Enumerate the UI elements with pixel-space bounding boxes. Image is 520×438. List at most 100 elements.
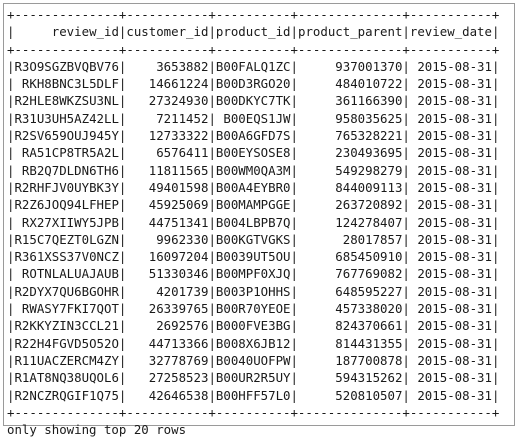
table-cell-product-id: B00KGTVGKS [215, 231, 291, 247]
table-cell-review-id: R3O9SGZBVQBV76 [14, 58, 119, 74]
table-cell-product-parent: 594315262 [297, 370, 403, 386]
table-row: | ROTNLALUAJAUB| 51330346|B00MPF0XJQ| 76… [7, 266, 500, 282]
table-cell-product-parent: 124278407 [297, 214, 403, 230]
table-cell-customer-id: 26339765 [126, 301, 209, 317]
table-cell-review-date: 2015-08-31 [409, 249, 492, 265]
table-cell-customer-id: 14661224 [126, 76, 209, 92]
dataframe-show-output: +--------------+-----------+----------+-… [7, 6, 499, 438]
table-cell-customer-id: 51330346 [126, 266, 209, 282]
table-cell-review-id: R1AT8NQ38UQOL6 [14, 370, 119, 386]
table-cell-product-id: B00FALQ1ZC [215, 58, 291, 74]
table-cell-review-date: 2015-08-31 [409, 266, 492, 282]
table-row: |R3O9SGZBVQBV76| 3653882|B00FALQ1ZC| 937… [7, 58, 500, 74]
table-cell-review-id: R2KKYZIN3CCL21 [14, 318, 119, 334]
table-cell-review-date: 2015-08-31 [409, 145, 492, 161]
table-cell-review-id: RX27XIIWY5JPB [14, 214, 119, 230]
table-row: | RB2Q7DLDN6TH6| 11811565|B00WM0QA3M| 54… [7, 162, 500, 178]
table-cell-review-id: R2SV659OUJ945Y [14, 128, 119, 144]
table-cell-customer-id: 2692576 [126, 318, 209, 334]
table-cell-review-id: R31U3UH5AZ42LL [14, 110, 119, 126]
table-cell-product-id: B00WM0QA3M [215, 162, 291, 178]
table-cell-customer-id: 44751341 [126, 214, 209, 230]
table-cell-review-date: 2015-08-31 [409, 231, 492, 247]
table-row: |R2SV659OUJ945Y| 12733322|B00A6GFD7S| 76… [7, 128, 500, 144]
table-cell-review-id: R2RHFJV0UYBK3Y [14, 179, 119, 195]
table-cell-customer-id: 45925069 [126, 197, 209, 213]
column-header-customer-id: customer_id [126, 24, 209, 40]
table-cell-product-id: B003P1OHHS [215, 283, 291, 299]
table-cell-review-date: 2015-08-31 [409, 387, 492, 403]
table-cell-product-id: B0039UT5OU [215, 249, 291, 265]
table-cell-review-id: R2HLE8WKZSU3NL [14, 93, 119, 109]
table-cell-product-id: B00A6GFD7S [215, 128, 291, 144]
table-body: |R3O9SGZBVQBV76| 3653882|B00FALQ1ZC| 937… [7, 58, 499, 404]
table-cell-product-id: B000FVE3BG [215, 318, 291, 334]
table-cell-product-parent: 958035625 [297, 110, 403, 126]
table-cell-product-id: B00UR2R5UY [215, 370, 291, 386]
table-row: |R2HLE8WKZSU3NL| 27324930|B00DKYC7TK| 36… [7, 93, 500, 109]
table-bottom-border: +--------------+-----------+----------+-… [7, 404, 500, 420]
table-cell-product-id: B00A4EYBR0 [215, 179, 291, 195]
table-cell-product-parent: 814431355 [297, 335, 403, 351]
table-cell-product-parent: 263720892 [297, 197, 403, 213]
table-cell-review-id: R11UACZERCM4ZY [14, 352, 119, 368]
table-cell-review-date: 2015-08-31 [409, 352, 492, 368]
table-cell-customer-id: 7211452 [126, 110, 209, 126]
table-cell-product-id: B008X6JB12 [215, 335, 291, 351]
table-cell-customer-id: 44713366 [126, 335, 209, 351]
table-cell-review-id: R15C7QEZT0LGZN [14, 231, 119, 247]
table-cell-product-parent: 648595227 [297, 283, 403, 299]
table-row: |R11UACZERCM4ZY| 32778769|B0040UOFPW| 18… [7, 352, 500, 368]
table-cell-review-date: 2015-08-31 [409, 110, 492, 126]
table-cell-customer-id: 6576411 [126, 145, 209, 161]
table-row: |R2KKYZIN3CCL21| 2692576|B000FVE3BG| 824… [7, 318, 500, 334]
table-cell-review-id: R2NCZRQGIF1Q75 [14, 387, 119, 403]
table-cell-customer-id: 11811565 [126, 162, 209, 178]
table-cell-product-id: B004LBPB7Q [215, 214, 291, 230]
table-cell-product-parent: 187700878 [297, 352, 403, 368]
table-cell-product-parent: 361166390 [297, 93, 403, 109]
column-header-product-id: product_id [215, 24, 291, 40]
table-row: |R2RHFJV0UYBK3Y| 49401598|B00A4EYBR0| 84… [7, 179, 500, 195]
table-cell-product-parent: 767769082 [297, 266, 403, 282]
table-cell-customer-id: 27258523 [126, 370, 209, 386]
table-cell-product-id: B00R70YEOE [215, 301, 291, 317]
table-cell-review-date: 2015-08-31 [409, 283, 492, 299]
column-header-product-parent: product_parent [297, 24, 403, 40]
output-panel: +--------------+-----------+----------+-… [3, 3, 515, 437]
table-cell-product-parent: 824370661 [297, 318, 403, 334]
table-cell-review-id: RB2Q7DLDN6TH6 [14, 162, 119, 178]
table-cell-review-id: R361XSS37V0NCZ [14, 249, 119, 265]
table-cell-review-date: 2015-08-31 [409, 162, 492, 178]
table-cell-review-id: RA51CP8TR5A2L [14, 145, 119, 161]
table-cell-product-id: B00EQS1JW [215, 110, 291, 126]
table-top-border: +--------------+-----------+----------+-… [7, 7, 500, 22]
table-row: |R15C7QEZT0LGZN| 9962330|B00KGTVGKS| 280… [7, 231, 500, 247]
table-cell-review-id: R2Z6JOQ94LFHEP [14, 197, 119, 213]
column-header-review-id: review_id [14, 24, 119, 40]
table-cell-product-parent: 457338020 [297, 301, 403, 317]
table-row: |R31U3UH5AZ42LL| 7211452| B00EQS1JW| 958… [7, 110, 500, 126]
table-cell-customer-id: 4201739 [126, 283, 209, 299]
table-header-row: | review_id|customer_id|product_id|produ… [7, 24, 500, 40]
table-row: |R22H4FGVD5O52O| 44713366|B008X6JB12| 81… [7, 335, 500, 351]
table-cell-product-parent: 28017857 [297, 231, 403, 247]
table-cell-product-parent: 484010722 [297, 76, 403, 92]
table-cell-customer-id: 27324930 [126, 93, 209, 109]
table-cell-review-date: 2015-08-31 [409, 214, 492, 230]
table-cell-review-id: RKH8BNC3L5DLF [14, 76, 119, 92]
table-cell-review-date: 2015-08-31 [409, 93, 492, 109]
table-cell-review-id: RWASY7FKI7QOT [14, 301, 119, 317]
table-cell-customer-id: 32778769 [126, 352, 209, 368]
table-cell-product-id: B00DKYC7TK [215, 93, 291, 109]
table-header-border: +--------------+-----------+----------+-… [7, 41, 500, 57]
table-row: |R2NCZRQGIF1Q75| 42646538|B00HFF57L0| 52… [7, 387, 500, 403]
table-row: |R2DYX7QU6BGOHR| 4201739|B003P1OHHS| 648… [7, 283, 500, 299]
table-cell-review-date: 2015-08-31 [409, 301, 492, 317]
table-cell-review-date: 2015-08-31 [409, 179, 492, 195]
table-row: |R2Z6JOQ94LFHEP| 45925069|B00MAMPGGE| 26… [7, 197, 500, 213]
table-row: |R1AT8NQ38UQOL6| 27258523|B00UR2R5UY| 59… [7, 370, 500, 386]
table-cell-review-id: R2DYX7QU6BGOHR [14, 283, 119, 299]
table-cell-product-id: B00MPF0XJQ [215, 266, 291, 282]
table-cell-product-id: B00EYSOSE8 [215, 145, 291, 161]
